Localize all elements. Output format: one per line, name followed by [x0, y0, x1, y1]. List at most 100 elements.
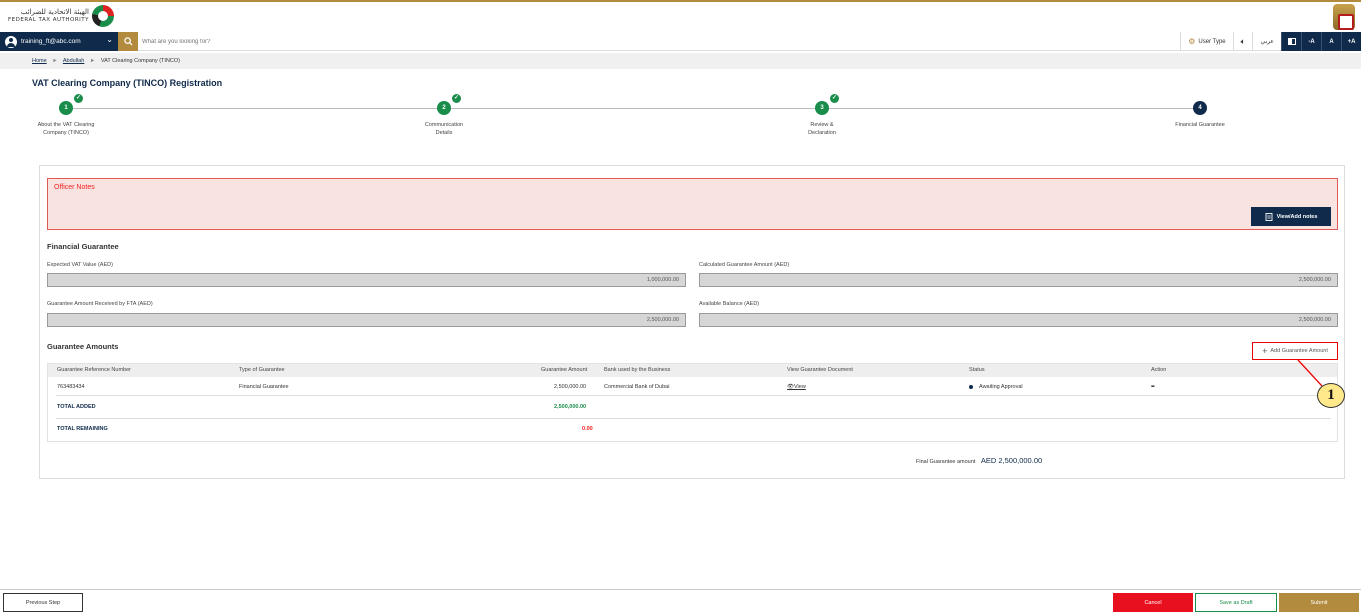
top-navbar: training_ft@abc.com ⌄ ⚙ User Type 🔈︎ عرب… — [0, 32, 1361, 51]
step-label: Review & Declaration — [808, 122, 836, 136]
officer-notes-panel: Officer Notes View/Add notes — [47, 178, 1338, 230]
notes-icon — [1265, 212, 1273, 221]
audio-button[interactable]: 🔈︎ — [1232, 32, 1253, 51]
col-doc: View Guarantee Document — [787, 367, 853, 373]
search-button[interactable] — [118, 32, 138, 51]
chevron-down-icon: ⌄ — [106, 35, 113, 44]
check-icon: ✓ — [452, 94, 461, 103]
step-4[interactable]: 4 Financial Guarantee — [1150, 101, 1250, 130]
status-dot-icon — [969, 384, 973, 389]
available-balance-label: Available Balance (AED) — [699, 301, 760, 307]
step-label: Financial Guarantee — [1175, 122, 1225, 128]
col-bank: Bank used by the Business — [604, 367, 671, 373]
step-circle: 2 ✓ — [437, 94, 461, 115]
col-amount: Guarantee Amount — [541, 367, 588, 373]
cell-ref: 763483434 — [57, 384, 85, 390]
user-type-selector[interactable]: ⚙ User Type — [1180, 32, 1232, 51]
save-draft-button[interactable]: Save as Draft — [1195, 593, 1277, 612]
final-guarantee-value: AED 2,500,000.00 — [980, 456, 1043, 465]
total-remaining-label: TOTAL REMAINING — [57, 426, 108, 432]
calculated-guarantee-label: Calculated Guarantee Amount (AED) — [699, 262, 790, 268]
received-guarantee-label: Guarantee Amount Received by FTA (AED) — [47, 301, 153, 307]
total-added-value: 2,500,000.00 — [554, 404, 587, 410]
fta-logo-icon — [92, 5, 115, 27]
cell-status: Awaiting Approval — [969, 384, 1023, 390]
logo-english-text: FEDERAL TAX AUTHORITY — [8, 17, 90, 23]
footer-bar: Previous Step Cancel Save as Draft Submi… — [0, 589, 1361, 615]
col-type: Type of Guarantee — [239, 367, 285, 373]
eye-icon: 👁︎ — [787, 384, 794, 390]
user-email: training_ft@abc.com — [21, 38, 81, 45]
user-type-label: User Type — [1198, 38, 1226, 45]
contrast-icon — [1287, 38, 1296, 45]
view-add-notes-button[interactable]: View/Add notes — [1251, 207, 1331, 226]
step-1[interactable]: 1 ✓ About the VAT Clearing Company (TINCO… — [16, 94, 116, 137]
previous-step-button[interactable]: Previous Step — [3, 593, 83, 612]
officer-notes-title: Officer Notes — [54, 184, 95, 191]
add-guarantee-amount-button[interactable]: + Add Guarantee Amount — [1252, 342, 1338, 360]
submit-button[interactable]: Submit — [1279, 593, 1359, 612]
step-3[interactable]: 3 ✓ Review & Declaration — [772, 94, 872, 137]
language-toggle[interactable]: عربي — [1252, 32, 1281, 51]
speaker-icon: 🔈︎ — [1240, 36, 1246, 46]
final-guarantee-row: Final Guarantee amount AED 2,500,000.00 — [916, 456, 1042, 465]
logo-arabic-text: الهيئة الاتحادية للضرائب — [20, 8, 90, 16]
guarantee-amounts-title: Guarantee Amounts — [47, 342, 119, 351]
step-label: About the VAT Clearing Company (TINCO) — [37, 122, 95, 136]
row-divider — [56, 395, 1331, 396]
col-action: Action — [1151, 367, 1167, 373]
font-increase-button[interactable]: +A — [1341, 32, 1361, 51]
check-icon: ✓ — [830, 94, 839, 103]
total-remaining-value: 0.00 — [582, 426, 593, 432]
fta-logo[interactable]: الهيئة الاتحادية للضرائب FEDERAL TAX AUT… — [8, 5, 115, 27]
search-icon — [123, 37, 133, 46]
cell-bank: Commercial Bank of Dubai — [604, 384, 670, 390]
available-balance-field: 2,500,000.00 — [699, 313, 1338, 327]
font-normal-button[interactable]: A — [1321, 32, 1341, 51]
step-circle: 1 ✓ — [59, 94, 83, 115]
step-label: Communication Details — [424, 122, 464, 136]
step-2[interactable]: 2 ✓ Communication Details — [394, 94, 494, 137]
financial-guarantee-title: Financial Guarantee — [47, 242, 119, 251]
page-title: VAT Clearing Company (TINCO) Registratio… — [32, 78, 223, 88]
search-input[interactable] — [142, 35, 542, 48]
row-divider — [56, 418, 1331, 419]
add-guarantee-amount-label: Add Guarantee Amount — [1270, 348, 1328, 354]
expected-vat-label: Expected VAT Value (AED) — [47, 262, 113, 268]
breadcrumb-current: VAT Clearing Company (TINCO) — [100, 58, 180, 64]
table-header: Guarantee Reference Number Type of Guara… — [48, 364, 1337, 377]
site-header: الهيئة الاتحادية للضرائب FEDERAL TAX AUT… — [0, 2, 1361, 32]
view-document-link[interactable]: 👁︎View — [787, 384, 806, 390]
plus-icon: + — [1262, 346, 1268, 356]
breadcrumb: Home ► Abdullah ► VAT Clearing Company (… — [0, 53, 1361, 69]
user-menu[interactable]: training_ft@abc.com ⌄ — [0, 32, 118, 51]
step-circle: 4 — [1193, 101, 1207, 115]
status-badge: Awaiting Approval — [979, 384, 1023, 390]
font-decrease-button[interactable]: -A — [1301, 32, 1321, 51]
annotation-marker: 1 — [1317, 383, 1345, 408]
breadcrumb-separator: ► — [52, 58, 58, 64]
uae-emblem-icon — [1333, 4, 1355, 30]
guarantee-amounts-table: Guarantee Reference Number Type of Guara… — [47, 363, 1338, 442]
calculated-guarantee-field: 2,500,000.00 — [699, 273, 1338, 287]
stepper-line — [66, 108, 1201, 109]
breadcrumb-home[interactable]: Home — [32, 58, 47, 64]
cell-type: Financial Guarantee — [239, 384, 289, 390]
check-icon: ✓ — [74, 94, 83, 103]
cancel-button[interactable]: Cancel — [1113, 593, 1193, 612]
user-avatar-icon — [5, 35, 17, 48]
final-guarantee-label: Final Guarantee amount — [916, 459, 976, 465]
step-circle: 3 ✓ — [815, 94, 839, 115]
breadcrumb-abdullah[interactable]: Abdullah — [63, 58, 84, 64]
col-status: Status — [969, 367, 985, 373]
view-add-notes-label: View/Add notes — [1276, 213, 1318, 220]
main-card: Officer Notes View/Add notes Financial G… — [39, 165, 1345, 479]
total-added-label: TOTAL ADDED — [57, 404, 96, 410]
received-guarantee-field: 2,500,000.00 — [47, 313, 686, 327]
cell-amount: 2,500,000.00 — [554, 384, 587, 390]
expected-vat-field: 1,000,000.00 — [47, 273, 686, 287]
row-actions-button[interactable]: ••• — [1151, 384, 1155, 390]
contrast-button[interactable] — [1281, 32, 1301, 51]
col-ref: Guarantee Reference Number — [57, 367, 131, 373]
gear-icon: ⚙ — [1188, 37, 1196, 46]
